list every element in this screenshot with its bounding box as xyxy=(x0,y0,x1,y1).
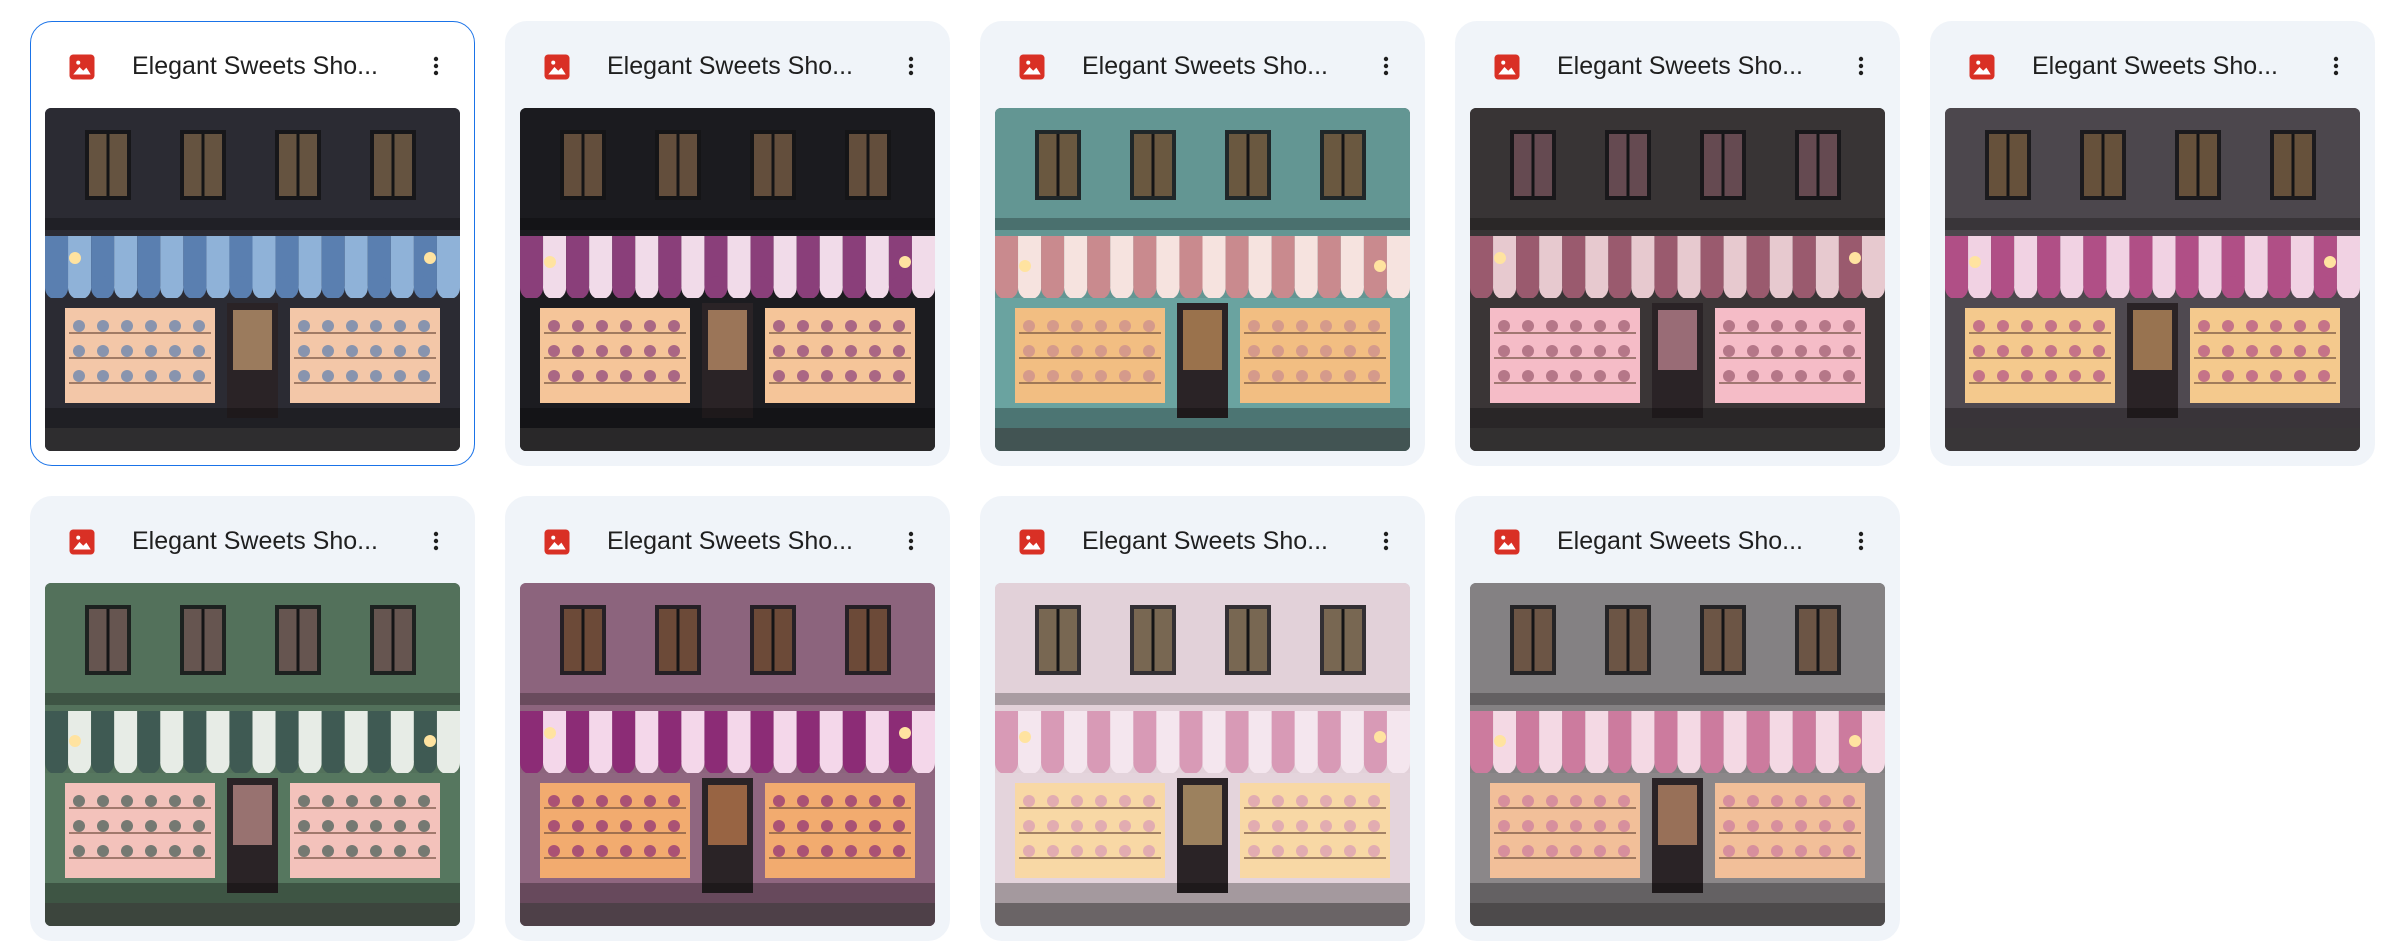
storefront-image xyxy=(1945,108,2360,451)
file-thumbnail[interactable] xyxy=(995,583,1410,926)
storefront-image xyxy=(1470,108,1885,451)
file-title[interactable]: Elegant Sweets Sho... xyxy=(1557,524,1825,558)
image-file-icon xyxy=(542,527,572,557)
more-options-button[interactable] xyxy=(1364,44,1408,88)
file-thumbnail[interactable] xyxy=(45,108,460,451)
more-options-button[interactable] xyxy=(1839,519,1883,563)
more-options-button[interactable] xyxy=(889,44,933,88)
more-vertical-icon xyxy=(1383,56,1389,76)
image-file-icon xyxy=(1492,52,1522,82)
more-options-button[interactable] xyxy=(414,44,458,88)
more-vertical-icon xyxy=(433,531,439,551)
more-vertical-icon xyxy=(1858,56,1864,76)
more-vertical-icon xyxy=(1383,531,1389,551)
file-card[interactable]: Elegant Sweets Sho... xyxy=(980,496,1425,941)
file-thumbnail[interactable] xyxy=(1470,583,1885,926)
file-card[interactable]: Elegant Sweets Sho... xyxy=(30,21,475,466)
file-thumbnail[interactable] xyxy=(520,583,935,926)
storefront-image xyxy=(520,583,935,926)
storefront-image xyxy=(45,108,460,451)
file-title[interactable]: Elegant Sweets Sho... xyxy=(607,49,875,83)
file-card[interactable]: Elegant Sweets Sho... xyxy=(30,496,475,941)
file-card[interactable]: Elegant Sweets Sho... xyxy=(505,496,950,941)
file-card[interactable]: Elegant Sweets Sho... xyxy=(505,21,950,466)
more-vertical-icon xyxy=(433,56,439,76)
image-file-icon xyxy=(542,52,572,82)
storefront-image xyxy=(1470,583,1885,926)
more-vertical-icon xyxy=(908,531,914,551)
file-thumbnail[interactable] xyxy=(1945,108,2360,451)
file-thumbnail[interactable] xyxy=(45,583,460,926)
more-options-button[interactable] xyxy=(1839,44,1883,88)
more-vertical-icon xyxy=(1858,531,1864,551)
more-options-button[interactable] xyxy=(1364,519,1408,563)
image-file-icon xyxy=(1017,52,1047,82)
image-file-icon xyxy=(1492,527,1522,557)
image-file-icon xyxy=(1017,527,1047,557)
file-card[interactable]: Elegant Sweets Sho... xyxy=(1930,21,2375,466)
image-file-icon xyxy=(1967,52,1997,82)
more-vertical-icon xyxy=(908,56,914,76)
image-file-icon xyxy=(67,527,97,557)
file-title[interactable]: Elegant Sweets Sho... xyxy=(132,49,400,83)
image-file-icon xyxy=(67,52,97,82)
storefront-image xyxy=(995,108,1410,451)
file-card[interactable]: Elegant Sweets Sho... xyxy=(1455,21,1900,466)
file-thumbnail[interactable] xyxy=(995,108,1410,451)
storefront-image xyxy=(995,583,1410,926)
file-title[interactable]: Elegant Sweets Sho... xyxy=(1082,49,1350,83)
file-grid: Elegant Sweets Sho... Elegant Sweets Sho.… xyxy=(30,21,2375,941)
more-options-button[interactable] xyxy=(2314,44,2358,88)
file-card[interactable]: Elegant Sweets Sho... xyxy=(980,21,1425,466)
more-options-button[interactable] xyxy=(889,519,933,563)
file-title[interactable]: Elegant Sweets Sho... xyxy=(132,524,400,558)
file-title[interactable]: Elegant Sweets Sho... xyxy=(607,524,875,558)
more-vertical-icon xyxy=(2333,56,2339,76)
file-title[interactable]: Elegant Sweets Sho... xyxy=(1082,524,1350,558)
storefront-image xyxy=(520,108,935,451)
file-card[interactable]: Elegant Sweets Sho... xyxy=(1455,496,1900,941)
storefront-image xyxy=(45,583,460,926)
file-title[interactable]: Elegant Sweets Sho... xyxy=(2032,49,2300,83)
file-thumbnail[interactable] xyxy=(520,108,935,451)
file-title[interactable]: Elegant Sweets Sho... xyxy=(1557,49,1825,83)
file-thumbnail[interactable] xyxy=(1470,108,1885,451)
more-options-button[interactable] xyxy=(414,519,458,563)
